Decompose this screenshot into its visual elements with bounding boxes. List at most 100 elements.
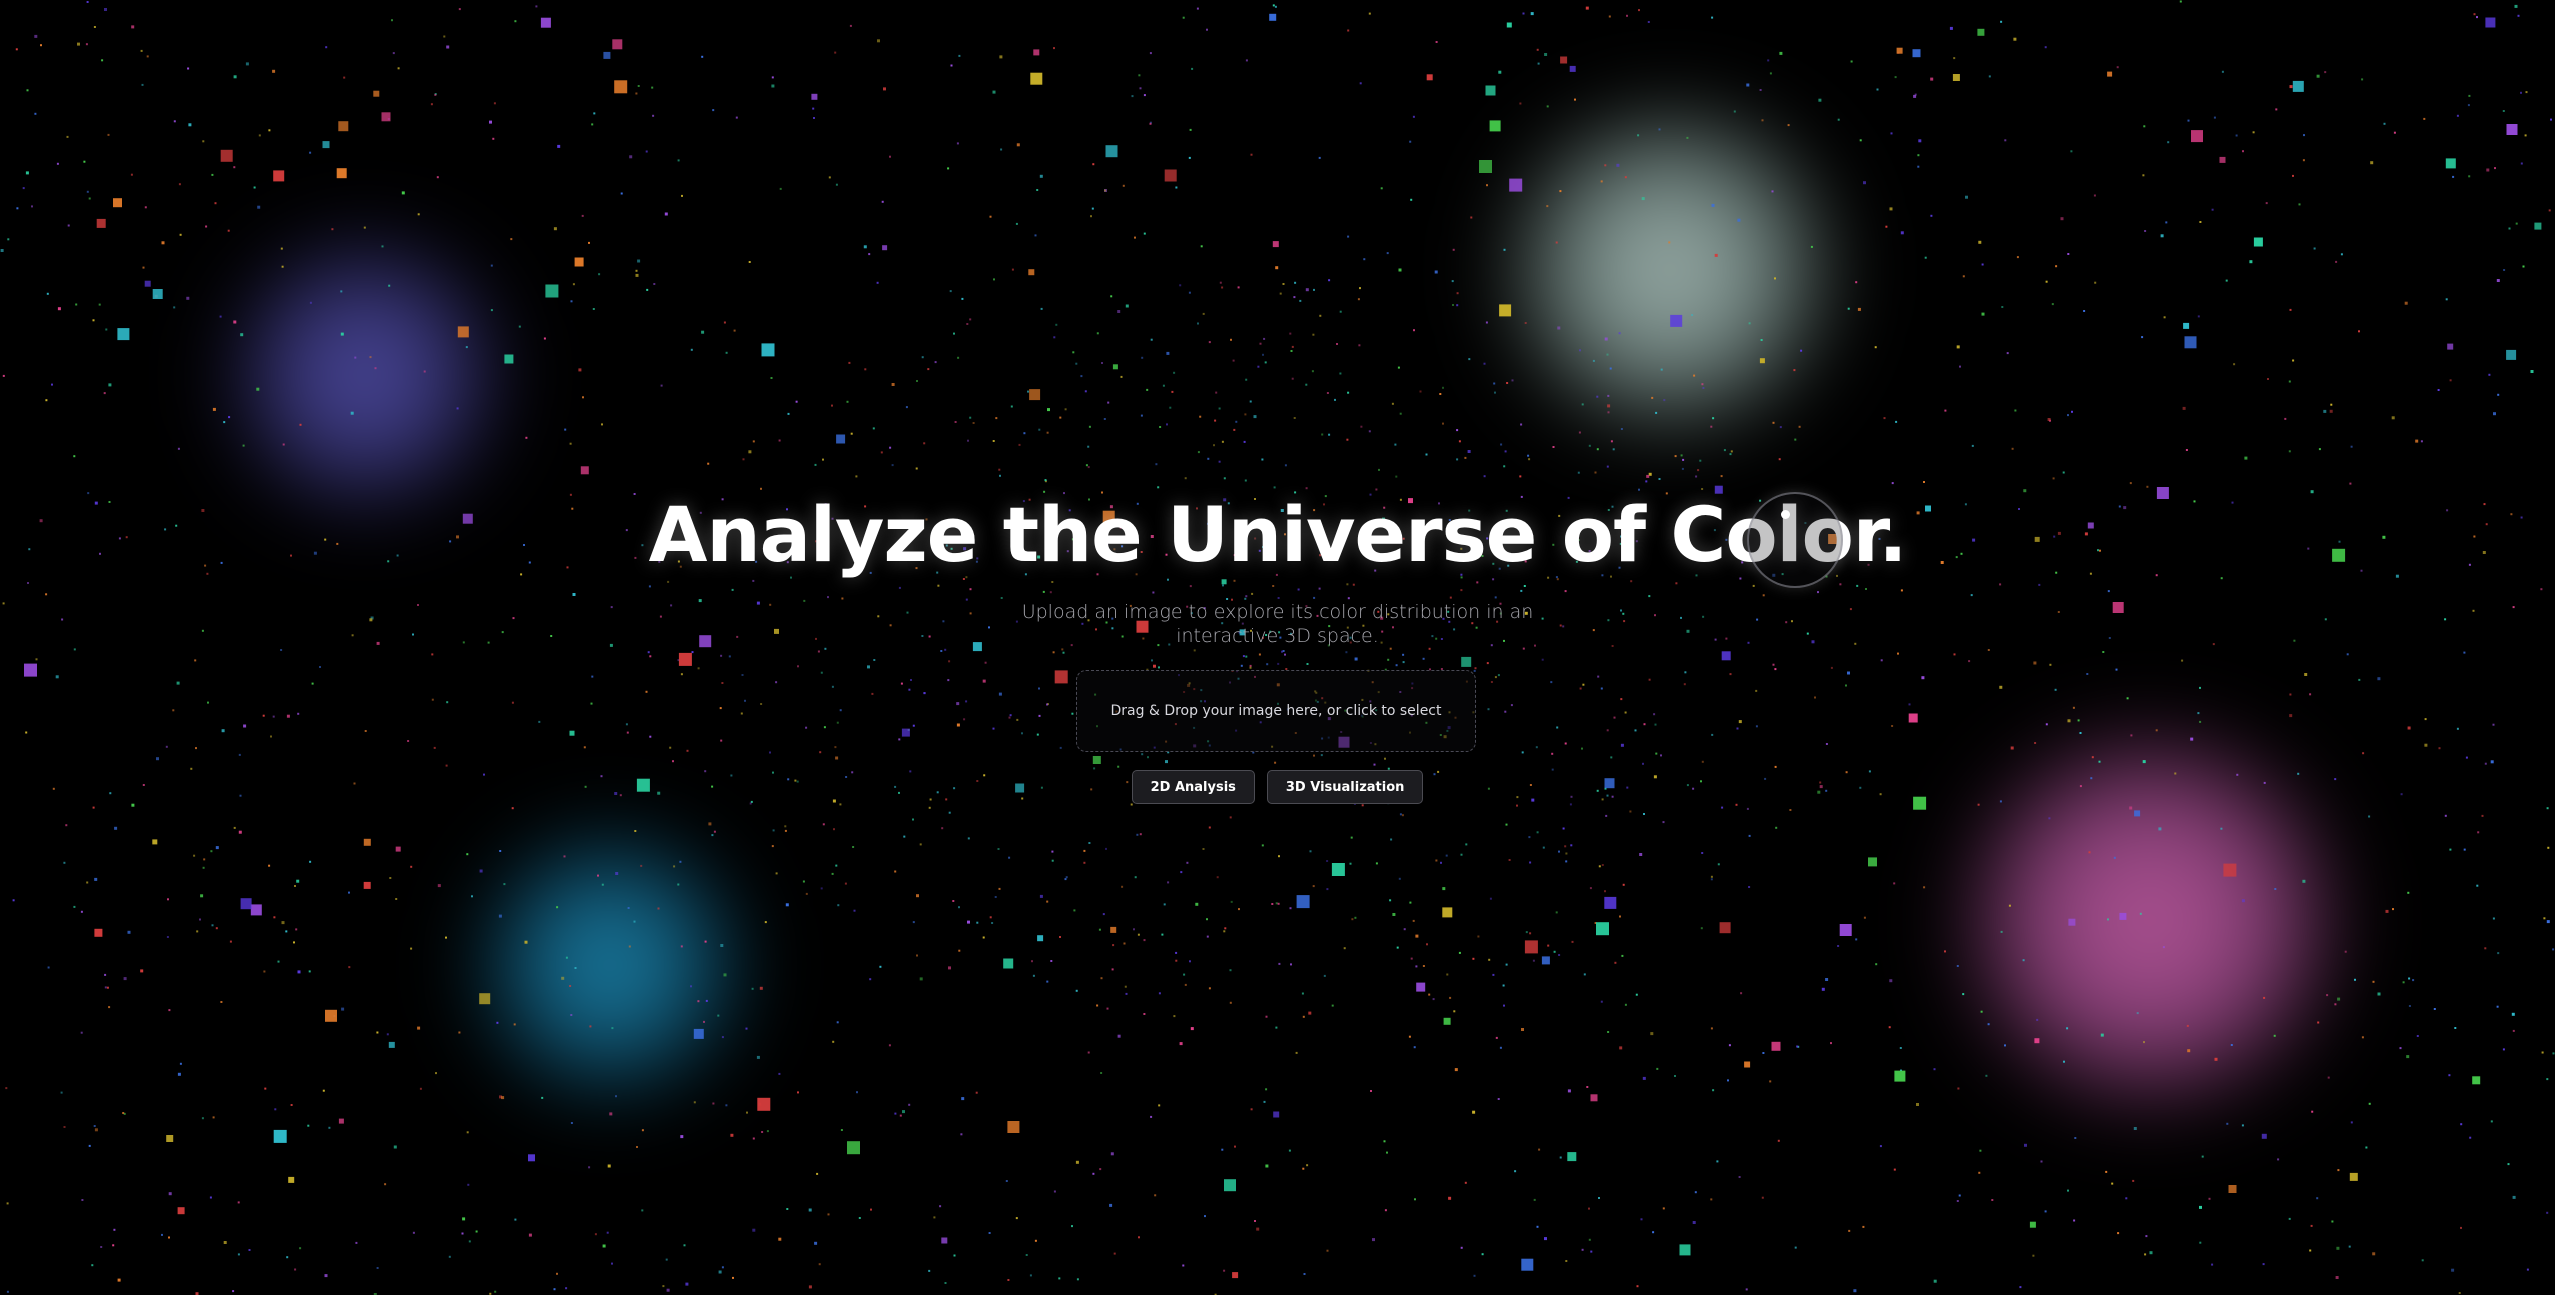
particle [1434,270,1438,274]
particle [746,1111,748,1114]
particle [2197,712,2200,715]
particle-large [2191,130,2203,143]
particle [611,1262,613,1265]
particle [556,906,559,909]
particle [2051,303,2054,306]
particle [294,1268,297,1271]
particle [742,458,745,461]
particle [1730,450,1733,453]
particle [1494,391,1496,394]
particle [2292,174,2294,177]
particle [849,24,852,27]
particle [1527,454,1530,457]
particle-large [1092,756,1101,764]
particle [564,428,567,431]
particle [2313,247,2316,250]
particle [1879,1145,1882,1148]
particle [66,135,69,138]
particle [957,356,960,359]
particle [2548,209,2551,212]
particle [1779,51,1783,55]
particle [1760,339,1763,341]
particle [641,1209,644,1212]
particle [1380,187,1383,190]
particle [1774,277,1776,280]
particle [1729,453,1732,456]
particle-large [2506,124,2518,135]
particle [1053,47,1055,50]
particle [1748,886,1751,888]
particle [223,1241,227,1244]
particle [350,411,354,415]
3d-visualization-button[interactable]: 3D Visualization [1266,770,1424,804]
particle [883,87,886,91]
particle [707,462,710,465]
particle [513,1023,516,1026]
particle [56,162,59,165]
particle [2187,119,2190,122]
particle [1965,195,1968,199]
particle [1917,165,1920,168]
particle [308,970,311,973]
particle [966,323,969,325]
particle [1825,978,1829,981]
particle [436,176,439,179]
particle [615,872,619,875]
particle [1167,881,1170,884]
particle [1619,1046,1623,1050]
particle [1349,862,1352,865]
particle [67,224,70,227]
particle [958,949,961,952]
particle [988,1232,991,1234]
particle [131,25,135,29]
particle-large [1112,364,1118,370]
particle [1499,1046,1502,1049]
particle [465,346,468,349]
particle-large [1912,49,1921,58]
particle [1305,383,1308,386]
particle [94,877,98,881]
particle [1117,765,1120,768]
particle-large [152,839,158,845]
particle [2160,234,2164,238]
2d-analysis-button[interactable]: 2D Analysis [1131,770,1255,804]
particle [412,1231,415,1234]
particle [2136,1012,2139,1015]
particle [1159,426,1162,428]
particle [1658,128,1661,131]
particle [423,370,426,373]
particle [652,114,655,117]
particle-large [2506,349,2517,360]
particle [1557,326,1561,330]
particle [1408,1035,1411,1038]
particle [1668,241,1671,244]
particle [309,151,312,154]
particle [2463,848,2466,851]
particle [1233,428,1236,431]
particle [2000,930,2003,933]
image-dropzone[interactable]: Drag & Drop your image here, or click to… [1076,670,1476,752]
particle [2241,1124,2244,1127]
particle [348,966,351,969]
particle [1528,836,1531,839]
particle [369,356,372,359]
particle [1350,836,1353,839]
particle [1059,416,1062,419]
particle-large [1567,1152,1577,1162]
particle [1240,664,1243,667]
particle [1481,1253,1484,1256]
particle [592,308,595,310]
particle [557,144,561,148]
particle [1639,853,1643,856]
particle [458,8,461,11]
particle [1497,1098,1500,1100]
particle [1605,814,1608,817]
particle [1100,1072,1103,1074]
particle [705,999,708,1002]
particle [721,682,724,684]
particle [73,455,76,458]
particle [1110,1152,1114,1156]
particle [589,1025,592,1028]
particle [2329,409,2333,413]
particle [2289,308,2292,311]
